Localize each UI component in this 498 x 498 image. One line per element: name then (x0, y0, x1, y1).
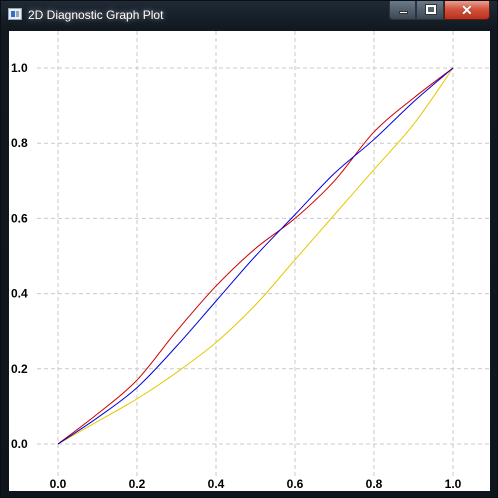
y-tick-label: 0.8 (11, 136, 28, 150)
x-tick-label: 1.0 (445, 477, 462, 491)
close-button[interactable]: ✕ (444, 1, 490, 20)
x-tick-label: 0.0 (50, 477, 67, 491)
series-line-blue (57, 67, 454, 445)
minimize-icon (399, 11, 408, 14)
app-icon[interactable] (8, 8, 22, 20)
title-bar[interactable]: 2D Diagnostic Graph Plot ✕ (1, 1, 497, 27)
y-tick-label: 0.2 (11, 362, 28, 376)
plot-area: 0.0 0.2 0.4 0.6 0.8 1.0 0.0 0.2 0.4 0.6 0.8 1.0 (9, 31, 490, 491)
app-window: 2D Diagnostic Graph Plot ✕ 0.0 0.2 0.4 0.6 0… (0, 0, 498, 498)
x-tick-label: 0.2 (129, 477, 146, 491)
minimize-button[interactable] (389, 1, 416, 20)
maximize-icon (425, 4, 437, 15)
y-tick-label: 0.0 (11, 437, 28, 451)
y-tick-label: 1.0 (11, 61, 28, 75)
x-tick-label: 0.4 (208, 477, 225, 491)
x-tick-label: 0.6 (287, 477, 304, 491)
y-tick-label: 0.4 (11, 287, 28, 301)
y-tick-label: 0.6 (11, 211, 28, 225)
maximize-button[interactable] (416, 1, 444, 20)
close-icon: ✕ (461, 2, 473, 18)
window-title: 2D Diagnostic Graph Plot (28, 8, 164, 22)
line-chart: 0.0 0.2 0.4 0.6 0.8 1.0 0.0 0.2 0.4 0.6 0.8 1.0 (11, 31, 490, 491)
x-tick-label: 0.8 (366, 477, 383, 491)
